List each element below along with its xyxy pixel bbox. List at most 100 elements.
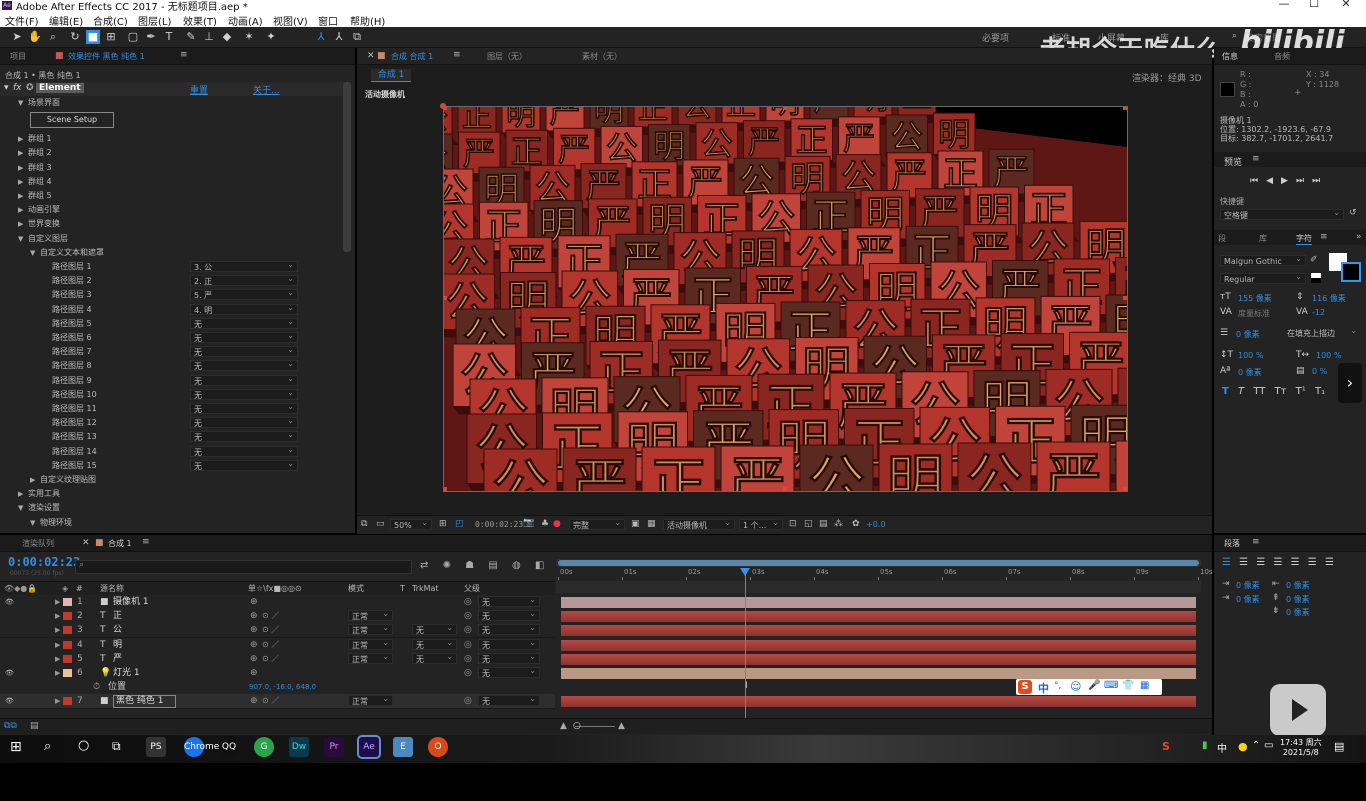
path-layer-dropdown[interactable]: 无 [190,358,298,372]
network-icon[interactable]: ▭ [1264,740,1273,751]
space-after-value[interactable]: 0 像素 [1286,607,1310,618]
grid-icon[interactable]: ⊞ [439,519,447,529]
exposure-icon[interactable]: ✿ [852,519,860,529]
path-layer-dropdown[interactable]: 无 [190,444,298,457]
mask-icon[interactable]: ◰ [455,519,464,529]
justify-all-icon[interactable]: ☰ [1325,557,1334,568]
tab-composition[interactable]: 合成 合成 1 [391,51,433,62]
align-left-icon[interactable]: ☰ [1222,557,1231,568]
layer-duration-bar[interactable] [561,611,1196,623]
font-style-dropdown[interactable]: Regular [1220,271,1306,284]
expand-arrow-icon[interactable]: ▼ [30,246,35,260]
expand-arrow-icon[interactable]: ▼ [30,516,35,530]
camera-view-dropdown[interactable]: 活动摄像机 [663,517,735,530]
views-layout-dropdown[interactable]: 1 个... [739,517,783,530]
effect-property-row[interactable]: ▼ 物理环境 [0,516,345,530]
effect-property-row[interactable]: ▼ 渲染设置 [0,501,345,515]
align-right-icon[interactable]: ☰ [1256,557,1265,568]
punctuation-icon[interactable]: °, [1054,681,1061,691]
task-view-icon[interactable]: ⧉ [112,739,121,754]
next-frame-icon[interactable]: ⏭ [1296,176,1312,186]
path-layer-dropdown[interactable]: 3. 公 [190,259,298,272]
channel-icon[interactable]: ● [553,519,561,529]
green-app-icon[interactable]: G [254,737,274,757]
menu-animation[interactable]: 动画(A) [228,13,263,28]
minimize-button[interactable]: — [1270,0,1298,10]
menu-file[interactable]: 文件(F) [5,13,39,28]
toggle-modes-icon[interactable]: ▤ [30,721,39,731]
tab-paragraph-short[interactable]: 段 [1218,233,1226,244]
path-layer-dropdown[interactable]: 无 [190,387,298,400]
scene-setup-button[interactable]: Scene Setup [30,112,114,129]
menu-window[interactable]: 窗口 [318,13,338,28]
work-area-range[interactable] [558,560,1199,566]
path-layer-dropdown[interactable]: 无 [190,330,298,343]
motion-blur-icon[interactable]: ◍ [512,560,521,571]
tray-app-icon[interactable]: ● [1238,740,1248,753]
indent-left-value[interactable]: 0 像素 [1236,580,1260,591]
hand-tool-icon[interactable]: ✋ [28,30,42,44]
expand-arrow-icon[interactable]: ▼ [18,232,23,246]
transparency-grid-icon[interactable]: ▦ [647,519,656,529]
toggle-switches-icon[interactable]: ⧉⧉ [4,721,17,731]
tab-project[interactable]: 项目 [10,51,26,62]
effect-property-row[interactable]: ▶ 群组 1 [0,132,345,146]
effect-property-row[interactable]: 路径图层 4 4. 明 [0,302,345,317]
lock-icon[interactable]: ■ [55,51,64,61]
expand-arrow-icon[interactable]: ▶ [18,217,23,231]
comp-mini-flowchart-icon[interactable]: ⇄ [420,560,428,571]
layer-duration-bar[interactable] [561,597,1196,608]
tab-audio[interactable]: 音频 [1274,51,1290,62]
space-before-value[interactable]: 0 像素 [1286,594,1310,605]
tab-footage[interactable]: 素材（无） [582,51,622,62]
pen-tool-icon[interactable]: ✒ [144,30,158,44]
stroke-mode-dropdown[interactable]: 在填充上描边 [1284,325,1360,339]
search-icon[interactable]: ⌕ [1232,31,1237,41]
local-axis-icon[interactable]: ⅄ [314,30,328,44]
side-expand-arrow-icon[interactable]: › [1338,363,1362,403]
stroke-width-value[interactable]: 0 像素 [1236,329,1260,340]
edge-handle-left[interactable] [444,296,447,300]
timeline-menu-icon[interactable]: ≡ [142,537,150,547]
effect-property-row[interactable]: ▶ 自定义纹理贴图 [0,473,345,487]
character-menu-icon[interactable]: ≡ [1320,232,1328,242]
zoom-slider[interactable] [575,726,615,727]
work-area-bar[interactable] [556,559,1201,567]
recorder-icon[interactable]: O [428,737,448,757]
show-snapshot-icon[interactable]: ♣ [541,519,549,529]
all-caps-button[interactable]: TT [1253,386,1265,397]
qq-icon[interactable]: QQ [219,737,239,757]
zoom-in-icon[interactable]: ▲ [618,721,625,731]
tab-info[interactable]: 信息 [1222,51,1238,62]
notification-icon[interactable]: ▤ [1334,740,1344,753]
expand-arrow-icon[interactable]: ▶ [18,132,23,146]
bilibili-play-overlay-icon[interactable] [1270,684,1326,736]
composition-viewer[interactable]: 公正明严明正公正明严明正公严正严公明公严正严公明公明公严正严公明公严正严公正明严… [443,106,1128,492]
effect-property-row[interactable]: 路径图层 11 无 [0,401,345,416]
maximize-button[interactable]: ☐ [1300,0,1328,10]
roto-brush-tool-icon[interactable]: ✶ [242,30,256,44]
close-timeline-tab-icon[interactable]: ✕ [82,538,90,548]
expand-arrow-icon[interactable]: ▶ [18,203,23,217]
path-layer-dropdown[interactable]: 2. 正 [190,273,298,287]
edge-handle-right[interactable] [1123,296,1127,300]
first-line-indent-value[interactable]: 0 像素 [1236,594,1260,605]
rectangle-tool-icon[interactable]: ▢ [126,30,140,44]
reset-link[interactable]: 重置 [190,83,208,96]
anchor-handle-icon[interactable] [440,103,446,109]
subscript-button[interactable]: T₁ [1315,386,1325,397]
layer-duration-bar[interactable] [561,639,1196,651]
expand-arrow-icon[interactable]: ▶ [30,473,35,487]
expand-arrow-icon[interactable]: ▶ [18,175,23,189]
sogou-tray-icon[interactable]: S [1162,740,1170,753]
path-layer-dropdown[interactable]: 无 [190,344,298,358]
effect-property-row[interactable]: ▶ 群组 2 [0,146,345,160]
faux-bold-button[interactable]: T [1222,386,1229,397]
frame-blending-icon[interactable]: ▤ [488,560,497,571]
expand-arrow-icon[interactable]: ▶ [18,189,23,203]
menu-help[interactable]: 帮助(H) [350,13,385,28]
effect-property-row[interactable]: 路径图层 7 无 [0,344,345,359]
edge-handle-top[interactable] [783,107,787,110]
effect-property-row[interactable]: 路径图层 6 无 [0,330,345,345]
menu-composition[interactable]: 合成(C) [93,13,128,28]
